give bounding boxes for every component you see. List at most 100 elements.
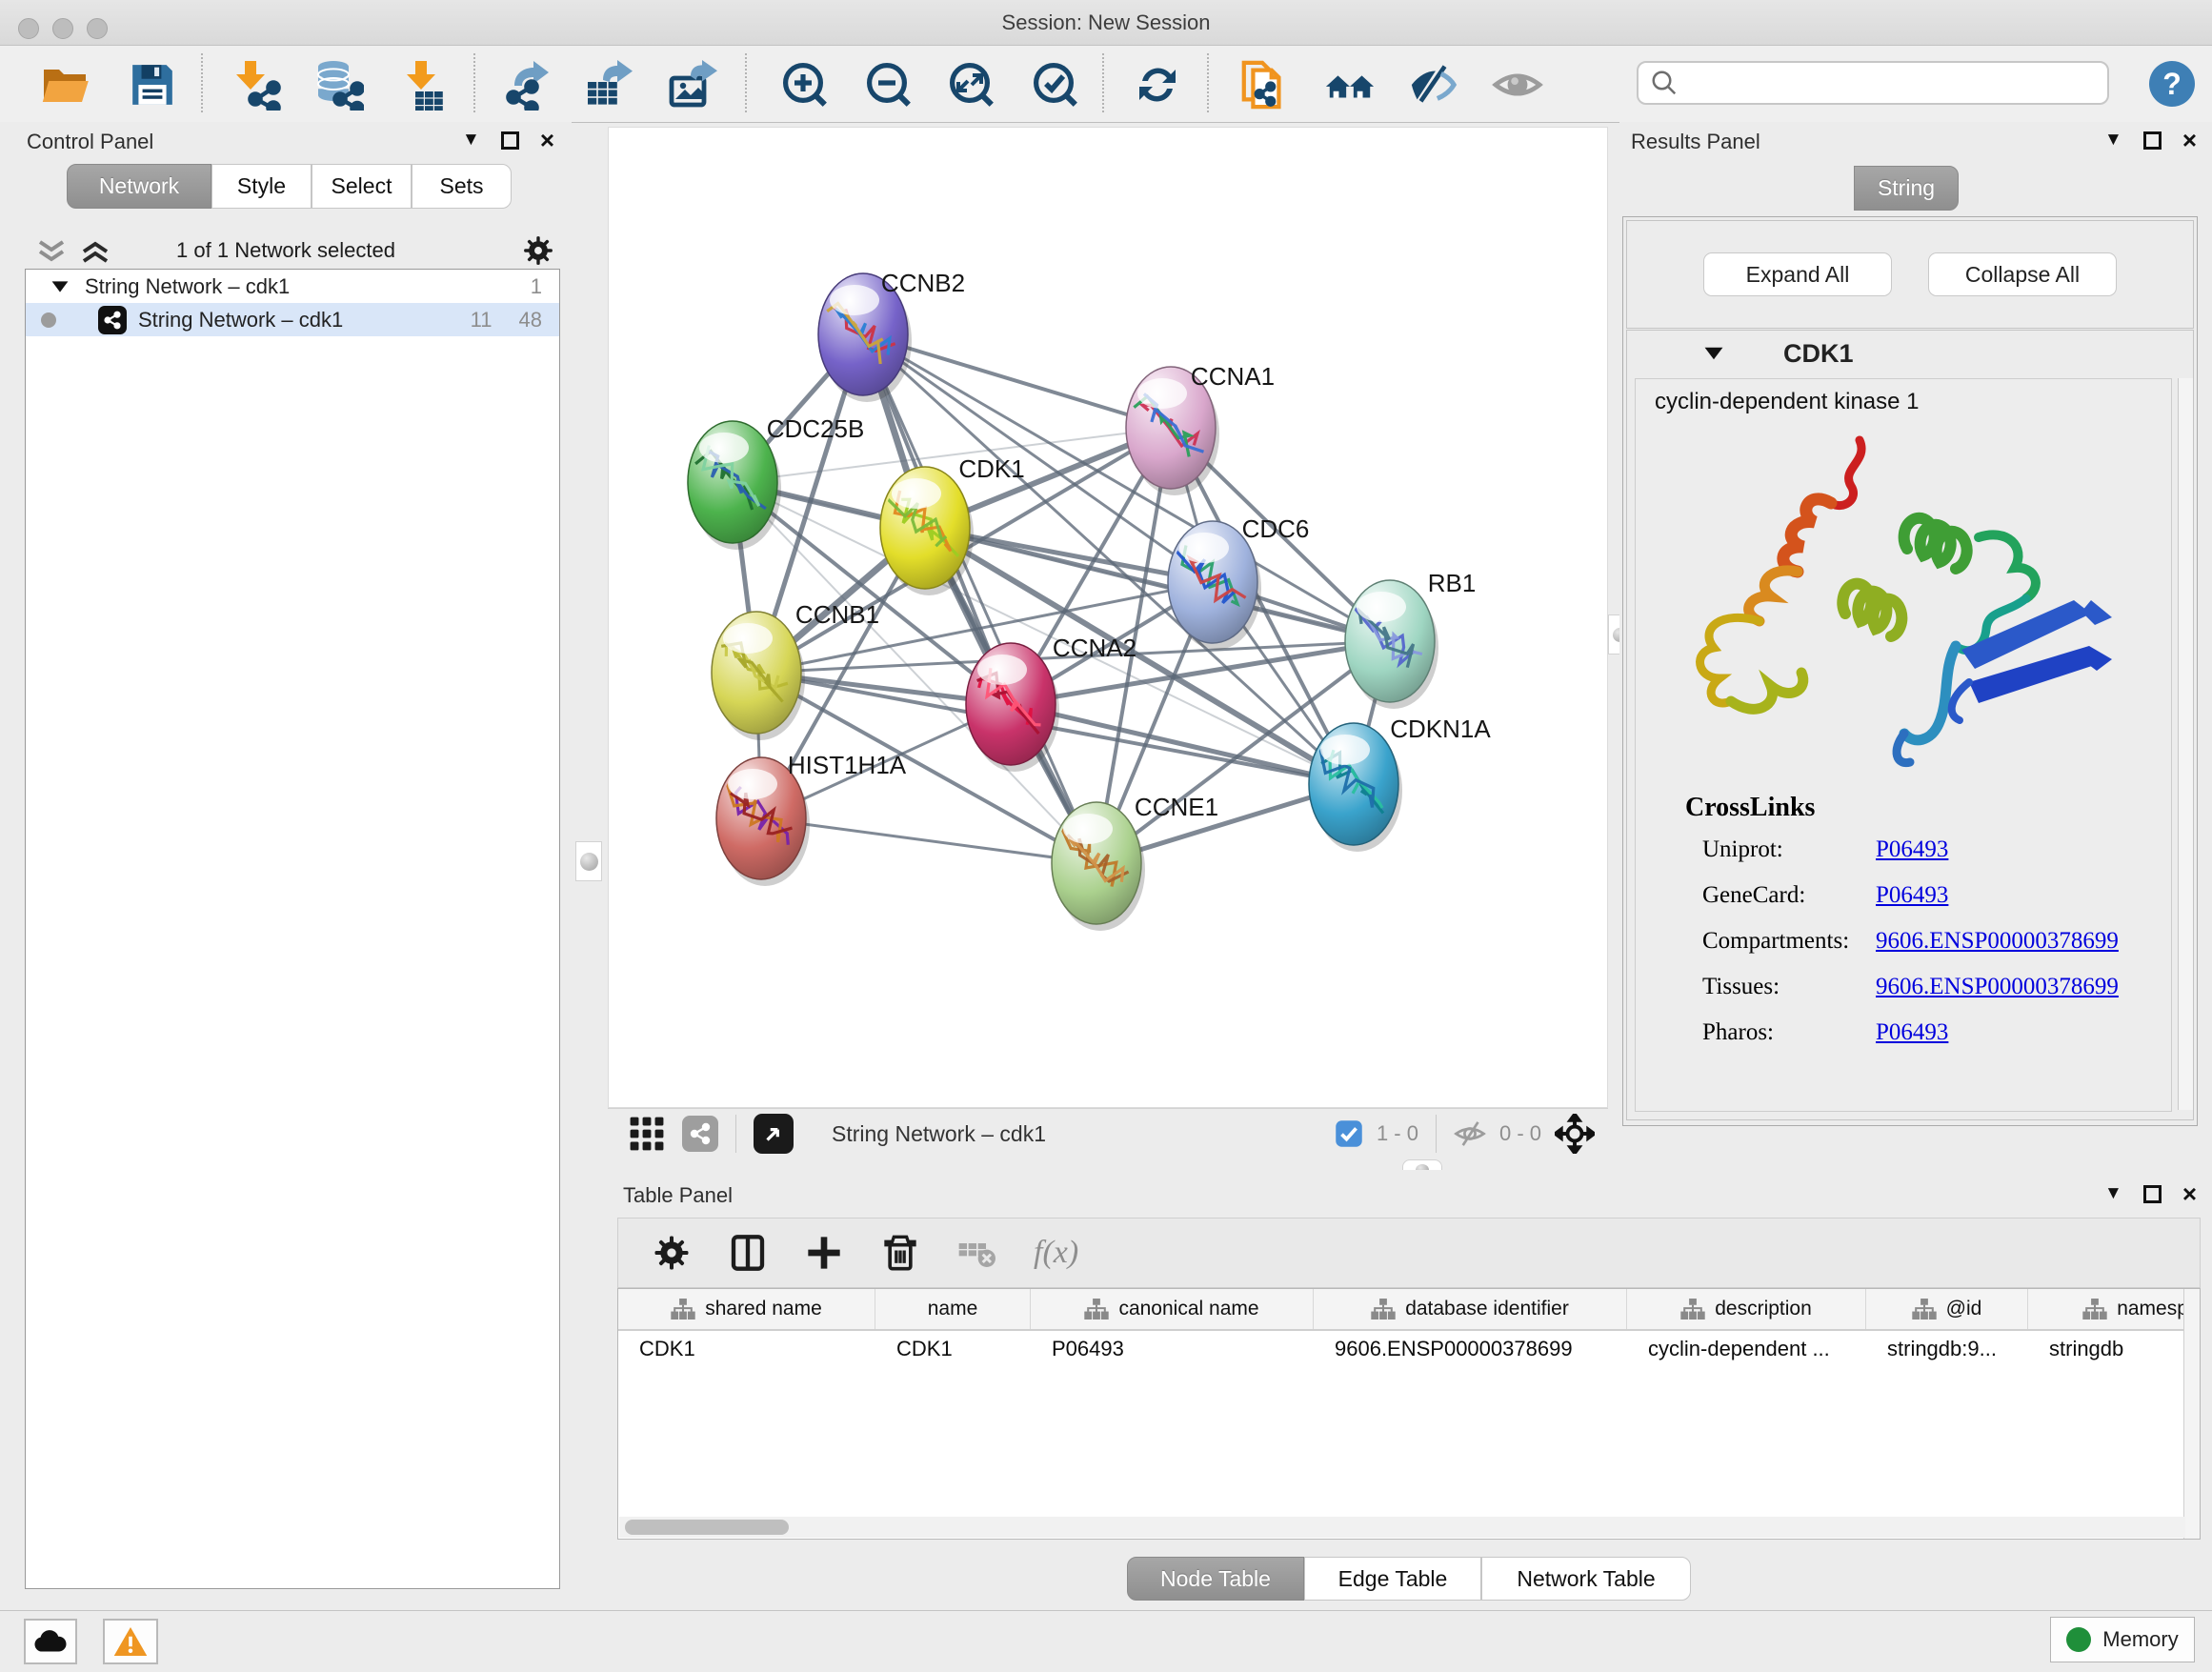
network-node-CCNA2[interactable]: CCNA2 xyxy=(966,634,1136,772)
tab-node-table[interactable]: Node Table xyxy=(1127,1557,1304,1601)
network-file-button[interactable] xyxy=(1238,59,1290,111)
add-column-icon[interactable] xyxy=(805,1234,843,1272)
import-network-from-file-button[interactable] xyxy=(230,59,281,111)
network-node-HIST1H1A[interactable]: HIST1H1A xyxy=(716,751,907,886)
panel-float-icon[interactable] xyxy=(501,131,519,150)
tab-network-table[interactable]: Network Table xyxy=(1481,1557,1691,1601)
tab-style[interactable]: Style xyxy=(211,164,312,209)
panel-float-icon[interactable] xyxy=(2143,1185,2162,1203)
table-cell[interactable]: 9606.ENSP00000378699 xyxy=(1314,1331,1627,1367)
toolbar-separator xyxy=(745,53,747,112)
import-table-from-file-button[interactable] xyxy=(398,59,450,111)
tab-string[interactable]: String xyxy=(1854,166,1959,211)
export-image-button[interactable] xyxy=(668,59,719,111)
table-cell[interactable]: cyclin-dependent ... xyxy=(1627,1331,1866,1367)
table-cell[interactable]: CDK1 xyxy=(618,1331,875,1367)
home-button[interactable] xyxy=(1324,59,1376,111)
zoom-out-button[interactable] xyxy=(863,59,915,111)
grid-mode-icon[interactable] xyxy=(629,1116,665,1152)
table-cell[interactable]: P06493 xyxy=(1031,1331,1314,1367)
crosslink-link[interactable]: 9606.ENSP00000378699 xyxy=(1876,928,2119,960)
network-node-RB1[interactable]: RB1 xyxy=(1345,569,1476,709)
tab-edge-table[interactable]: Edge Table xyxy=(1304,1557,1481,1601)
network-edge[interactable] xyxy=(1011,704,1354,784)
table-cell[interactable]: stringdb:9... xyxy=(1866,1331,2028,1367)
network-canvas[interactable]: CCNB2CCNA1CDC25BCDK1CDC6RB1CCNB1CCNA2CDK… xyxy=(608,127,1608,1108)
show-graphics-details-button[interactable] xyxy=(1492,59,1543,111)
export-table-button[interactable] xyxy=(584,59,635,111)
network-edge[interactable] xyxy=(863,334,1096,863)
network-tree-row[interactable]: String Network – cdk11 xyxy=(26,270,559,303)
network-node-CDKN1A[interactable]: CDKN1A xyxy=(1309,715,1491,852)
table-horizontal-scrollbar[interactable] xyxy=(619,1517,2185,1538)
table-row[interactable]: CDK1CDK1P064939606.ENSP00000378699cyclin… xyxy=(618,1331,2201,1367)
selected-checkbox-icon[interactable] xyxy=(1335,1119,1363,1148)
network-edge[interactable] xyxy=(761,818,1096,863)
show-columns-icon[interactable] xyxy=(729,1234,767,1272)
hidden-eye-icon[interactable] xyxy=(1454,1118,1486,1150)
column-header-database-identifier[interactable]: database identifier xyxy=(1314,1289,1627,1329)
panel-close-icon[interactable]: × xyxy=(540,131,554,150)
column-header-canonical-name[interactable]: canonical name xyxy=(1031,1289,1314,1329)
zoom-in-button[interactable] xyxy=(779,59,831,111)
panel-collapse-icon[interactable]: ▼ xyxy=(462,130,480,151)
warning-status-button[interactable] xyxy=(103,1619,158,1664)
refresh-button[interactable] xyxy=(1132,59,1183,111)
memory-button[interactable]: Memory xyxy=(2050,1617,2195,1662)
crosslink-link[interactable]: 9606.ENSP00000378699 xyxy=(1876,974,2119,1006)
open-session-button[interactable] xyxy=(39,59,90,111)
zoom-selected-button[interactable] xyxy=(1030,59,1081,111)
save-session-button[interactable] xyxy=(127,59,178,111)
search-input[interactable] xyxy=(1679,70,2107,96)
toolbar-separator xyxy=(201,53,203,112)
panel-close-icon[interactable]: × xyxy=(2182,131,2197,150)
birds-eye-view-icon[interactable] xyxy=(754,1114,794,1154)
network-tree-row[interactable]: String Network – cdk11148 xyxy=(26,303,559,336)
network-node-CDC25B[interactable]: CDC25B xyxy=(688,414,864,550)
gene-entry-header[interactable]: CDK1 xyxy=(1627,331,2193,376)
panel-float-icon[interactable] xyxy=(2143,131,2162,150)
column-header-namespace[interactable]: namespace xyxy=(2028,1289,2201,1329)
column-header-description[interactable]: description xyxy=(1627,1289,1866,1329)
column-header-shared-name[interactable]: shared name xyxy=(618,1289,875,1329)
expand-all-button[interactable]: Expand All xyxy=(1703,252,1892,296)
panel-collapse-icon[interactable]: ▼ xyxy=(2104,130,2122,151)
scrollbar-thumb[interactable] xyxy=(625,1520,789,1535)
column-type-icon xyxy=(1912,1299,1937,1319)
collapse-all-button[interactable]: Collapse All xyxy=(1928,252,2117,296)
hide-graphics-details-button[interactable] xyxy=(1408,59,1459,111)
gear-icon[interactable] xyxy=(522,234,554,267)
search-box[interactable] xyxy=(1637,61,2109,105)
export-network-button[interactable] xyxy=(503,59,554,111)
crosslink-link[interactable]: P06493 xyxy=(1876,1019,1948,1052)
tab-network[interactable]: Network xyxy=(67,164,211,209)
network-node-CCNE1[interactable]: CCNE1 xyxy=(1052,793,1218,931)
refresh-icon xyxy=(1133,60,1182,110)
column-header--id[interactable]: @id xyxy=(1866,1289,2028,1329)
collapse-triangle-icon[interactable] xyxy=(1703,346,1724,361)
crosslink-link[interactable]: P06493 xyxy=(1876,836,1948,869)
delete-column-icon[interactable] xyxy=(881,1234,919,1272)
zoom-fit-button[interactable] xyxy=(946,59,997,111)
crosslink-link[interactable]: P06493 xyxy=(1876,882,1948,915)
crosslink-label: Uniprot: xyxy=(1702,836,1876,869)
table-cell[interactable]: CDK1 xyxy=(875,1331,1031,1367)
help-button[interactable]: ? xyxy=(2149,61,2195,107)
table-cell[interactable]: stringdb xyxy=(2028,1331,2201,1367)
cloud-status-button[interactable] xyxy=(24,1619,77,1664)
results-vertical-scrollbar[interactable] xyxy=(2178,378,2193,1110)
table-vertical-scrollbar[interactable] xyxy=(2183,1289,2200,1539)
column-header-name[interactable]: name xyxy=(875,1289,1031,1329)
tab-select[interactable]: Select xyxy=(312,164,412,209)
expand-triangle-icon[interactable] xyxy=(50,280,70,293)
gear-icon[interactable] xyxy=(653,1234,691,1272)
network-node-CCNB1[interactable]: CCNB1 xyxy=(712,600,879,740)
panel-collapse-icon[interactable]: ▼ xyxy=(2104,1183,2122,1204)
move-crosshair-icon[interactable] xyxy=(1555,1114,1595,1154)
vertical-splitter-handle[interactable] xyxy=(575,841,602,881)
network-share-mode-icon[interactable] xyxy=(682,1116,718,1152)
import-network-from-database-button[interactable] xyxy=(312,59,364,111)
tab-sets[interactable]: Sets xyxy=(412,164,512,209)
panel-close-icon[interactable]: × xyxy=(2182,1185,2197,1203)
network-node-CCNA1[interactable]: CCNA1 xyxy=(1126,362,1275,495)
